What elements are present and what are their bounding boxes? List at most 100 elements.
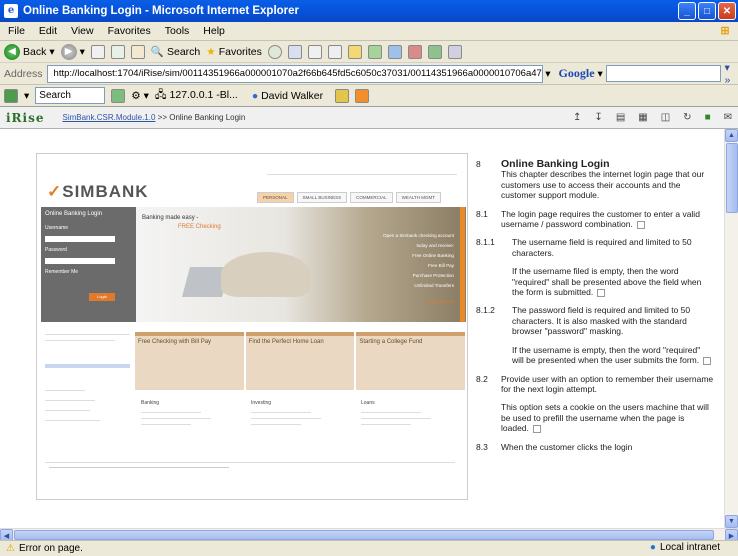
ip-item[interactable]: 🖧 127.0.0.1 -Bl... xyxy=(155,87,238,105)
toolbar-logo-icon xyxy=(4,88,18,103)
doc-para: If the username is empty, then the word … xyxy=(476,345,714,366)
doc-item-8-1-2: 8.1.2 The password field is required and … xyxy=(476,305,691,337)
vertical-scroll-thumb[interactable] xyxy=(726,143,738,213)
user-item[interactable]: ● David Walker xyxy=(252,90,323,102)
search-button[interactable]: 🔍 Search xyxy=(151,45,200,59)
stop-icon[interactable] xyxy=(90,44,105,59)
favorites-button[interactable]: ★ Favorites xyxy=(206,46,262,58)
simbank-promos: Free Checking with Bill Pay Find the Per… xyxy=(135,332,466,390)
simbank-hero-image: Banking made easy - FREE Checking Open a… xyxy=(136,207,466,322)
breadcrumb-link[interactable]: SimBank.CSR.Module.1.0 xyxy=(62,113,155,122)
forward-arrow-icon: ▶ xyxy=(60,43,77,60)
copy-icon[interactable] xyxy=(447,44,462,59)
doc-icon[interactable]: ▤ xyxy=(616,112,625,123)
irise-toolbar: iRise SimBank.CSR.Module.1.0 >> Online B… xyxy=(0,107,738,129)
tab-commercial: COMMERCIAL xyxy=(350,192,393,203)
horizontal-scroll-thumb[interactable] xyxy=(14,530,714,540)
vertical-scrollbar[interactable]: ▲ ▼ xyxy=(724,129,738,528)
page-view-icon[interactable]: ◫ xyxy=(661,112,670,123)
menu-tools[interactable]: Tools xyxy=(165,25,190,37)
simbank-screenshot: ✓SIMBANK PERSONAL SMALL BUSINESS COMMERC… xyxy=(36,153,468,500)
bookmark-icon[interactable] xyxy=(387,44,402,59)
refresh-icon[interactable] xyxy=(110,44,125,59)
print-icon[interactable] xyxy=(327,44,342,59)
error-icon[interactable]: ⚠ xyxy=(6,543,15,554)
search-input[interactable]: Search xyxy=(35,87,106,104)
doc-item-8-1: 8.1 The login page requires the customer … xyxy=(476,208,700,230)
maximize-button[interactable]: □ xyxy=(698,2,716,20)
intranet-icon: ● xyxy=(649,542,656,553)
scroll-up-button[interactable]: ▲ xyxy=(725,129,738,142)
folder-icon[interactable] xyxy=(347,44,362,59)
simbank-logo: ✓SIMBANK xyxy=(47,182,149,201)
menu-file[interactable]: File xyxy=(8,25,25,37)
email-icon[interactable]: ✉ xyxy=(724,112,732,123)
zone-text: Local intranet xyxy=(659,542,720,553)
page-content: ✓SIMBANK PERSONAL SMALL BUSINESS COMMERC… xyxy=(0,129,724,528)
google-toolbar: Google ▾ ▾ » xyxy=(559,62,738,86)
flame-icon[interactable] xyxy=(355,88,370,103)
search-dropdown[interactable]: ▾ xyxy=(24,90,29,102)
back-arrow-icon: ◀ xyxy=(4,43,20,60)
menu-edit[interactable]: Edit xyxy=(39,25,57,37)
address-input[interactable]: http://localhost:1704/iRise/sim/00114351… xyxy=(46,64,544,83)
address-label: Address xyxy=(4,67,43,80)
simbank-hero: Online Banking Login Username Password R… xyxy=(41,207,466,327)
doc-para: This chapter describes the internet logi… xyxy=(501,169,705,201)
standard-toolbar: ◀ Back ▾ ▶ ▾ 🔍 Search ★ Favorites xyxy=(0,41,738,63)
mail-icon[interactable] xyxy=(307,44,322,59)
window-title: Online Banking Login - Microsoft Interne… xyxy=(23,5,300,17)
menu-favorites[interactable]: Favorites xyxy=(108,25,151,37)
export-icon[interactable]: ■ xyxy=(705,112,711,123)
media-icon[interactable] xyxy=(267,44,282,59)
scroll-down-button[interactable]: ▼ xyxy=(725,515,738,528)
title-bar: e Online Banking Login - Microsoft Inter… xyxy=(0,0,738,22)
refresh-page-icon[interactable]: ↻ xyxy=(683,112,691,123)
close-button[interactable]: ✕ xyxy=(718,2,736,20)
messenger-icon[interactable] xyxy=(367,44,382,59)
url-text: http://localhost:1704/iRise/sim/00114351… xyxy=(53,68,543,79)
irise-logo: iRise xyxy=(6,110,45,125)
doc-item-8: 8 Online Banking Login xyxy=(476,158,610,170)
ie-icon: e xyxy=(4,4,18,18)
history-icon[interactable] xyxy=(287,44,302,59)
tool-icon[interactable] xyxy=(407,44,422,59)
doc-item-8-2: 8.2 Provide user with an option to rememb… xyxy=(476,373,714,394)
google-dropdown[interactable]: ▾ » xyxy=(724,62,738,86)
tab-wealth: WEALTH MGMT xyxy=(395,192,442,203)
address-dropdown[interactable]: ▾ xyxy=(545,68,550,80)
doc-item-8-3: 8.3 When the customer clicks the login xyxy=(476,441,633,452)
minimize-button[interactable]: _ xyxy=(678,2,696,20)
status-text: Error on page. xyxy=(18,543,83,554)
grid-icon[interactable]: ▦ xyxy=(638,112,647,123)
up-icon[interactable]: ↥ xyxy=(573,112,581,123)
comment-icon[interactable] xyxy=(703,356,712,365)
comment-icon[interactable] xyxy=(532,424,541,433)
window-icon[interactable] xyxy=(427,44,442,59)
simbank-tabs: PERSONAL SMALL BUSINESS COMMERCIAL WEALT… xyxy=(257,192,442,203)
menu-bar: File Edit View Favorites Tools Help xyxy=(0,22,738,41)
doc-item-8-1-1: 8.1.1 The username field is required and … xyxy=(476,237,692,258)
tab-small-business: SMALL BUSINESS xyxy=(296,192,348,203)
status-bar: ⚠ Error on page. ● Local intranet xyxy=(0,540,738,556)
windows-logo-icon: ⊞ xyxy=(720,25,730,37)
tab-personal: PERSONAL xyxy=(257,192,294,203)
check-icon[interactable] xyxy=(111,88,126,103)
comment-icon[interactable] xyxy=(636,220,645,229)
doc-para: If the username filed is empty, then the… xyxy=(512,266,702,298)
comment-icon[interactable] xyxy=(597,288,606,297)
star-icon: ★ xyxy=(206,45,216,58)
back-button[interactable]: ◀ Back ▾ xyxy=(4,43,55,60)
links-toolbar: ▾ Search ⚙ ▾ 🖧 127.0.0.1 -Bl... ● David … xyxy=(0,85,738,107)
home-icon[interactable] xyxy=(130,44,145,59)
menu-help[interactable]: Help xyxy=(203,25,225,37)
sound-icon[interactable]: ⚙ ▾ xyxy=(131,90,149,102)
forward-button[interactable]: ▶ ▾ xyxy=(60,43,85,60)
menu-view[interactable]: View xyxy=(71,25,94,37)
down-icon[interactable]: ↧ xyxy=(594,112,602,123)
google-search-input[interactable] xyxy=(605,65,722,82)
horizontal-scrollbar[interactable]: ◀ ▶ xyxy=(0,528,738,542)
google-logo: Google xyxy=(558,66,595,80)
extra-icon[interactable] xyxy=(335,88,350,103)
doc-para: This option sets a cookie on the users m… xyxy=(501,402,709,434)
